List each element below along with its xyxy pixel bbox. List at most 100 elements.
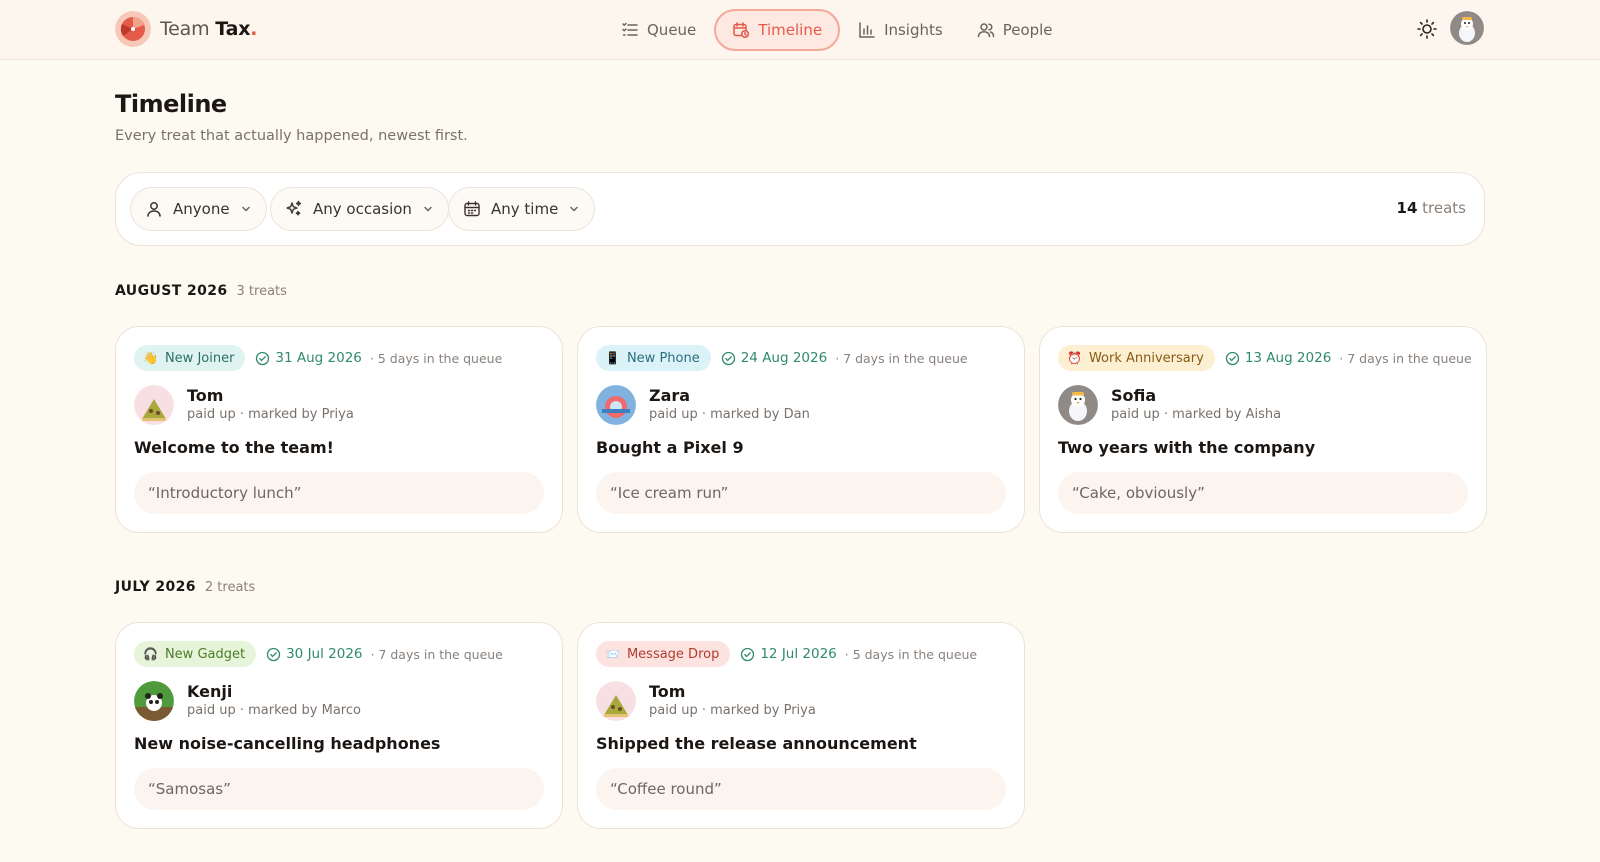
- time-filter-dropdown[interactable]: Any time: [448, 187, 596, 231]
- calendar-icon: [464, 201, 480, 217]
- occasion-filter-dropdown[interactable]: Any occasion: [270, 187, 449, 231]
- treat-description: “Ice cream run”: [596, 472, 1006, 514]
- treat-description: “Cake, obviously”: [1058, 472, 1468, 514]
- waving-hand-icon: 👋: [143, 351, 158, 365]
- brand[interactable]: Team Tax.: [115, 11, 257, 47]
- check-circle-icon: [266, 647, 281, 661]
- treat-card[interactable]: 🎧 New Gadget 30 Jul 2026 · 7 days in the…: [115, 622, 563, 829]
- avatar: [134, 681, 174, 721]
- occasion-tag-label: New Gadget: [164, 646, 246, 662]
- bar-chart-icon: [859, 22, 875, 38]
- chevron-down-icon: [424, 206, 432, 212]
- user-avatar[interactable]: [1450, 11, 1484, 45]
- treat-date-value: 24 Aug 2026: [740, 350, 828, 366]
- treat-count-label: treats: [1417, 199, 1466, 217]
- treat-card[interactable]: ⏰ Work Anniversary 13 Aug 2026 · 7 days …: [1039, 326, 1487, 533]
- chevron-down-icon: [570, 206, 579, 212]
- treat-description: “Samosas”: [134, 768, 544, 810]
- time-filter-value: Any time: [491, 200, 559, 218]
- card-meta: 📱 New Phone 24 Aug 2026 · 7 days in the …: [596, 345, 968, 371]
- envelope-icon: 📨: [605, 647, 620, 661]
- payment-status: paid up · marked by Dan: [649, 407, 810, 422]
- occasion-tag: 📱 New Phone: [596, 345, 711, 371]
- check-circle-icon: [741, 647, 755, 661]
- treat-person: Tom paid up · marked by Priya: [134, 385, 354, 425]
- treat-person: Zara paid up · marked by Dan: [596, 385, 810, 425]
- filter-bar: Anyone Any occasion Any time 14 treats: [115, 172, 1485, 246]
- treat-reason: Welcome to the team!: [134, 438, 334, 457]
- payment-status: paid up · marked by Priya: [187, 407, 354, 422]
- headphones-icon: 🎧: [143, 647, 158, 661]
- nav-queue-label: Queue: [647, 21, 697, 39]
- payment-status: paid up · marked by Marco: [187, 703, 361, 718]
- page-title: Timeline: [115, 90, 227, 118]
- occasion-tag: 📨 Message Drop: [596, 641, 731, 667]
- person-name: Tom: [649, 682, 686, 701]
- alarm-clock-icon: ⏰: [1067, 351, 1082, 365]
- treat-reason: New noise-cancelling headphones: [134, 734, 441, 753]
- occasion-tag-label: Work Anniversary: [1088, 350, 1204, 366]
- month-title: AUGUST 2026: [115, 283, 228, 299]
- treat-date: 13 Aug 2026: [1225, 350, 1331, 366]
- month-treat-count: 2 treats: [204, 580, 256, 595]
- chevron-down-icon: [241, 206, 250, 212]
- month-section-header: AUGUST 2026 3 treats: [115, 283, 287, 299]
- treat-count: 14 treats: [1397, 199, 1466, 217]
- treat-reason: Two years with the company: [1058, 438, 1316, 457]
- treat-date-value: 12 Jul 2026: [760, 646, 837, 662]
- occasion-tag-label: Message Drop: [626, 646, 720, 662]
- page-subtitle: Every treat that actually happened, newe…: [115, 128, 468, 144]
- treat-description: “Introductory lunch”: [134, 472, 544, 514]
- nav-insights[interactable]: Insights: [842, 9, 959, 51]
- occasion-filter-value: Any occasion: [313, 200, 412, 218]
- main-nav: Queue Timeline Insights People: [605, 8, 1069, 52]
- occasion-tag-label: New Phone: [626, 350, 700, 366]
- mobile-phone-icon: 📱: [605, 351, 620, 365]
- check-circle-icon: [256, 351, 270, 365]
- person-name: Zara: [649, 386, 691, 405]
- treat-description: “Coffee round”: [596, 768, 1006, 810]
- days-in-queue: · 5 days in the queue: [369, 350, 503, 366]
- treat-reason: Bought a Pixel 9: [596, 438, 744, 457]
- avatar: [1058, 385, 1098, 425]
- month-title: JULY 2026: [115, 579, 196, 595]
- days-in-queue: · 7 days in the queue: [835, 350, 968, 366]
- nav-people[interactable]: People: [961, 9, 1069, 51]
- top-navigation-bar: Team Tax. Queue Timeline Insights People: [0, 0, 1600, 60]
- nav-people-label: People: [1002, 21, 1053, 39]
- occasion-tag: ⏰ Work Anniversary: [1058, 345, 1215, 371]
- month-treat-count: 3 treats: [236, 284, 287, 299]
- treat-date: 30 Jul 2026: [266, 646, 363, 662]
- treat-date-value: 31 Aug 2026: [275, 350, 362, 366]
- treat-card[interactable]: 📱 New Phone 24 Aug 2026 · 7 days in the …: [577, 326, 1025, 533]
- days-in-queue: · 7 days in the queue: [1339, 350, 1472, 366]
- occasion-tag: 🎧 New Gadget: [134, 641, 257, 667]
- treat-date: 31 Aug 2026: [255, 350, 362, 366]
- check-circle-icon: [1225, 351, 1239, 365]
- payment-status: paid up · marked by Aisha: [1111, 407, 1282, 422]
- person-filter-dropdown[interactable]: Anyone: [130, 187, 267, 231]
- days-in-queue: · 5 days in the queue: [844, 646, 978, 662]
- treat-card[interactable]: 👋 New Joiner 31 Aug 2026 · 5 days in the…: [115, 326, 563, 533]
- calendar-clock-icon: [733, 22, 750, 39]
- treat-date-value: 30 Jul 2026: [286, 646, 363, 662]
- avatar: [596, 385, 636, 425]
- nav-queue[interactable]: Queue: [605, 9, 712, 51]
- treat-person: Kenji paid up · marked by Marco: [134, 681, 361, 721]
- person-name: Sofia: [1111, 386, 1157, 405]
- person-icon: [147, 202, 161, 217]
- month-section-header: JULY 2026 2 treats: [115, 579, 255, 595]
- treat-reason: Shipped the release announcement: [596, 734, 917, 753]
- brand-name: Team Tax.: [160, 18, 258, 40]
- treat-date: 12 Jul 2026: [740, 646, 837, 662]
- card-meta: 👋 New Joiner 31 Aug 2026 · 5 days in the…: [134, 345, 502, 371]
- days-in-queue: · 7 days in the queue: [370, 646, 503, 662]
- nav-timeline[interactable]: Timeline: [714, 9, 841, 51]
- treat-card[interactable]: 📨 Message Drop 12 Jul 2026 · 5 days in t…: [577, 622, 1025, 829]
- person-name: Kenji: [187, 682, 233, 701]
- avatar: [134, 385, 174, 425]
- team-tax-logo-icon: [115, 11, 151, 47]
- check-circle-icon: [721, 351, 735, 365]
- theme-toggle-sun-icon[interactable]: [1416, 18, 1438, 40]
- treat-person: Tom paid up · marked by Priya: [596, 681, 816, 721]
